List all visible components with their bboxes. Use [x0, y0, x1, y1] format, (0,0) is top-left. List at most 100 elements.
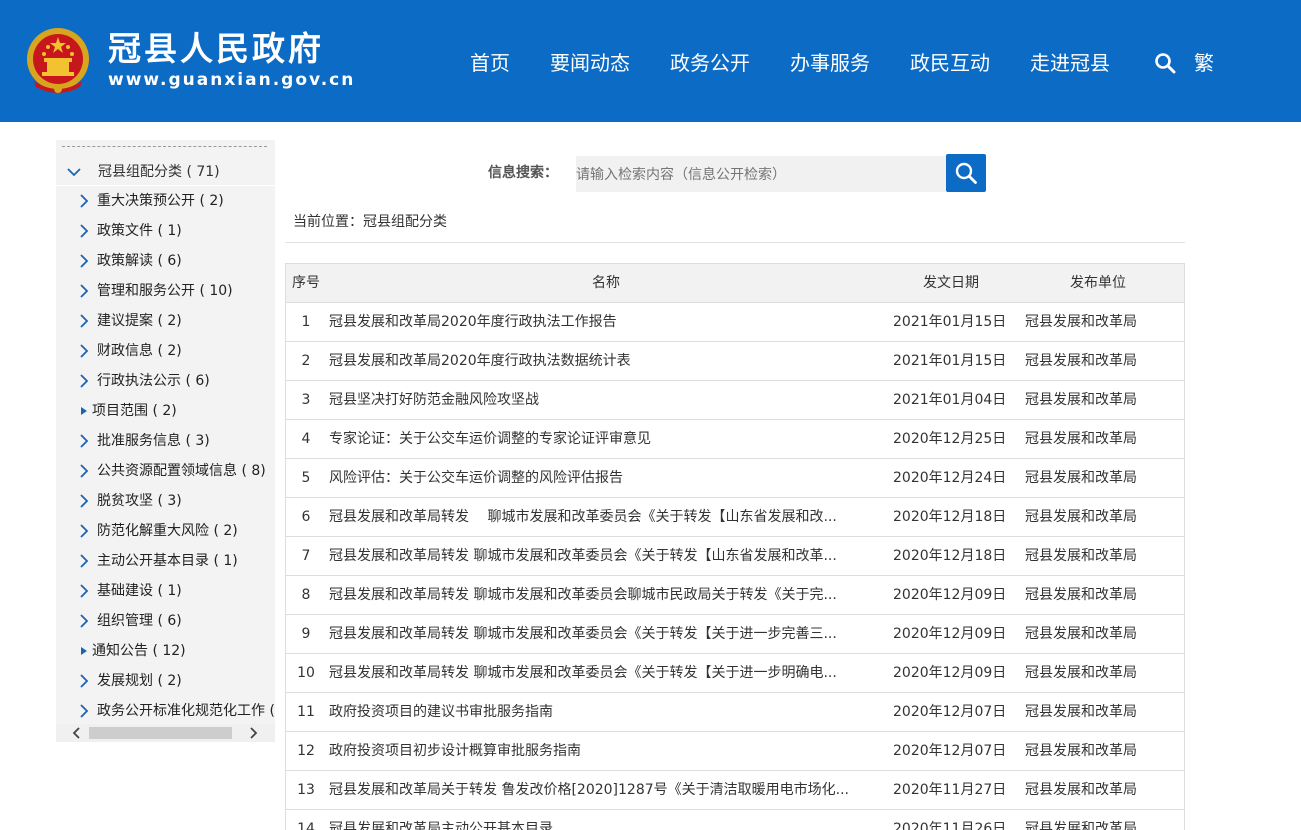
sidebar-item[interactable]: 公共资源配置领域信息 ( 8) — [56, 456, 275, 486]
table-row[interactable]: 7 冠县发展和改革局转发 聊城市发展和改革委员会《关于转发【山东省发展和改革...… — [286, 537, 1184, 576]
nav-item-about[interactable]: 走进冠县 — [1030, 48, 1110, 78]
sidebar-item-label: 公共资源配置领域信息 ( 8) — [97, 463, 266, 479]
chevron-right-icon — [80, 344, 89, 358]
table-row[interactable]: 14 冠县发展和改革局主动公开基本目录 2020年11月26日 冠县发展和改革局 — [286, 810, 1184, 830]
row-index: 5 — [301, 470, 311, 486]
row-index: 11 — [297, 704, 315, 720]
sidebar-item[interactable]: 基础建设 ( 1) — [56, 576, 275, 606]
sidebar-item-label: 管理和服务公开 ( 10) — [97, 283, 233, 299]
nav-item-home[interactable]: 首页 — [470, 48, 510, 78]
row-title-link[interactable]: 冠县发展和改革局转发 聊城市发展和改革委员会《关于转发【关于进一步明确电... — [329, 654, 879, 692]
sidebar-item[interactable]: 批准服务信息 ( 3) — [56, 426, 275, 456]
chevron-right-icon — [80, 704, 89, 718]
sidebar-item[interactable]: 管理和服务公开 ( 10) — [56, 276, 275, 306]
row-title-link[interactable]: 冠县发展和改革局转发 聊城市发展和改革委员会聊城市民政局关于转发《关于完... — [329, 576, 879, 614]
table-row[interactable]: 8 冠县发展和改革局转发 聊城市发展和改革委员会聊城市民政局关于转发《关于完...… — [286, 576, 1184, 615]
row-index: 12 — [297, 743, 315, 759]
row-title-link[interactable]: 政府投资项目初步设计概算审批服务指南 — [329, 732, 879, 770]
row-publisher: 冠县发展和改革局 — [1025, 353, 1137, 369]
sidebar-horizontal-scrollbar[interactable] — [56, 724, 275, 742]
row-title-link[interactable]: 冠县发展和改革局2020年度行政执法数据统计表 — [329, 342, 879, 380]
chevron-right-icon — [80, 614, 89, 628]
sidebar-item-label: 重大决策预公开 ( 2) — [97, 193, 224, 209]
national-emblem-icon[interactable] — [24, 25, 92, 97]
table-row[interactable]: 2 冠县发展和改革局2020年度行政执法数据统计表 2021年01月15日 冠县发展和… — [286, 342, 1184, 381]
header-publisher: 发布单位 — [1070, 275, 1126, 291]
sidebar-item-label: 基础建设 ( 1) — [97, 583, 182, 599]
table-row[interactable]: 1 冠县发展和改革局2020年度行政执法工作报告 2021年01月15日 冠县发展和改… — [286, 303, 1184, 342]
sidebar-item-label: 通知公告 ( 12) — [92, 643, 186, 659]
row-publisher: 冠县发展和改革局 — [1025, 704, 1137, 720]
sidebar-item[interactable]: 通知公告 ( 12) — [56, 636, 275, 666]
row-title-link[interactable]: 风险评估：关于公交车运价调整的风险评估报告 — [329, 459, 879, 497]
table-row[interactable]: 12 政府投资项目初步设计概算审批服务指南 2020年12月07日 冠县发展和改革局 — [286, 732, 1184, 771]
sidebar-item-label: 财政信息 ( 2) — [97, 343, 182, 359]
chevron-right-icon — [80, 524, 89, 538]
table-row[interactable]: 11 政府投资项目的建议书审批服务指南 2020年12月07日 冠县发展和改革局 — [286, 693, 1184, 732]
sidebar-root-item[interactable]: 冠县组配分类 ( 71) — [56, 158, 275, 186]
nav-item-gov-affairs[interactable]: 政务公开 — [670, 48, 750, 78]
row-index: 1 — [301, 314, 311, 330]
table-row[interactable]: 9 冠县发展和改革局转发 聊城市发展和改革委员会《关于转发【关于进一步完善三...… — [286, 615, 1184, 654]
row-date: 2021年01月04日 — [893, 392, 1007, 408]
traditional-chinese-toggle[interactable]: 繁 — [1194, 48, 1214, 78]
row-title-link[interactable]: 专家论证：关于公交车运价调整的专家论证评审意见 — [329, 420, 879, 458]
table-row[interactable]: 13 冠县发展和改革局关于转发 鲁发改价格[2020]1287号《关于清洁取暖用电… — [286, 771, 1184, 810]
sidebar-item[interactable]: 行政执法公示 ( 6) — [56, 366, 275, 396]
chevron-down-icon — [67, 168, 81, 177]
row-publisher: 冠县发展和改革局 — [1025, 782, 1137, 798]
sidebar-item[interactable]: 项目范围 ( 2) — [56, 396, 275, 426]
scroll-left-icon[interactable] — [70, 726, 84, 740]
row-index: 13 — [297, 782, 315, 798]
sidebar-item[interactable]: 政务公开标准化规范化工作 ( 4) — [56, 696, 275, 726]
row-title-link[interactable]: 冠县发展和改革局2020年度行政执法工作报告 — [329, 303, 879, 341]
chevron-right-icon — [80, 584, 89, 598]
sidebar-item-label: 行政执法公示 ( 6) — [97, 373, 210, 389]
row-title-link[interactable]: 政府投资项目的建议书审批服务指南 — [329, 693, 879, 731]
row-publisher: 冠县发展和改革局 — [1025, 743, 1137, 759]
sidebar-item-label: 政策文件 ( 1) — [97, 223, 182, 239]
nav-item-services[interactable]: 办事服务 — [790, 48, 870, 78]
sidebar-item[interactable]: 政策解读 ( 6) — [56, 246, 275, 276]
sidebar-item[interactable]: 防范化解重大风险 ( 2) — [56, 516, 275, 546]
sidebar-item[interactable]: 财政信息 ( 2) — [56, 336, 275, 366]
row-title-link[interactable]: 冠县发展和改革局转发 聊城市发展和改革委员会《关于转发【山东省发展和改... — [329, 498, 879, 536]
row-publisher: 冠县发展和改革局 — [1025, 392, 1137, 408]
row-date: 2020年11月27日 — [893, 782, 1007, 798]
sidebar-item[interactable]: 重大决策预公开 ( 2) — [56, 186, 275, 216]
nav-item-interaction[interactable]: 政民互动 — [910, 48, 990, 78]
table-row[interactable]: 5 风险评估：关于公交车运价调整的风险评估报告 2020年12月24日 冠县发展和改革… — [286, 459, 1184, 498]
document-table: 序号 名称 发文日期 发布单位 1 冠县发展和改革局2020年度行政执法工作报告 2… — [285, 263, 1185, 830]
scroll-right-icon[interactable] — [246, 726, 260, 740]
sidebar-root-label: 冠县组配分类 ( 71) — [98, 164, 220, 180]
row-title-link[interactable]: 冠县发展和改革局关于转发 鲁发改价格[2020]1287号《关于清洁取暖用电市场… — [329, 771, 879, 809]
chevron-right-icon — [80, 464, 89, 478]
row-title-link[interactable]: 冠县发展和改革局转发 聊城市发展和改革委员会《关于转发【关于进一步完善三... — [329, 615, 879, 653]
breadcrumb: 当前位置：冠县组配分类 — [293, 214, 447, 230]
row-title-link[interactable]: 冠县发展和改革局主动公开基本目录 — [329, 810, 879, 830]
chevron-right-icon — [80, 224, 89, 238]
sidebar-item[interactable]: 政策文件 ( 1) — [56, 216, 275, 246]
search-input[interactable] — [576, 156, 946, 192]
triangle-right-icon — [81, 407, 87, 415]
sidebar-item[interactable]: 发展规划 ( 2) — [56, 666, 275, 696]
site-header: 冠县人民政府 www.guanxian.gov.cn 首页 要闻动态 政务公开 … — [0, 0, 1301, 122]
table-row[interactable]: 6 冠县发展和改革局转发 聊城市发展和改革委员会《关于转发【山东省发展和改... 2… — [286, 498, 1184, 537]
row-title-link[interactable]: 冠县坚决打好防范金融风险攻坚战 — [329, 381, 879, 419]
nav-item-news[interactable]: 要闻动态 — [550, 48, 630, 78]
row-index: 3 — [301, 392, 311, 408]
site-title[interactable]: 冠县人民政府 — [108, 30, 324, 68]
table-row[interactable]: 10 冠县发展和改革局转发 聊城市发展和改革委员会《关于转发【关于进一步明确电..… — [286, 654, 1184, 693]
table-row[interactable]: 3 冠县坚决打好防范金融风险攻坚战 2021年01月04日 冠县发展和改革局 — [286, 381, 1184, 420]
row-title-link[interactable]: 冠县发展和改革局转发 聊城市发展和改革委员会《关于转发【山东省发展和改革... — [329, 537, 879, 575]
sidebar-item[interactable]: 主动公开基本目录 ( 1) — [56, 546, 275, 576]
sidebar-item[interactable]: 组织管理 ( 6) — [56, 606, 275, 636]
sidebar-item[interactable]: 建议提案 ( 2) — [56, 306, 275, 336]
search-button[interactable] — [946, 154, 986, 192]
search-icon[interactable] — [1154, 52, 1176, 74]
scrollbar-thumb[interactable] — [89, 727, 232, 739]
sidebar-item[interactable]: 脱贫攻坚 ( 3) — [56, 486, 275, 516]
sidebar-item-label: 项目范围 ( 2) — [92, 403, 177, 419]
row-date: 2020年12月18日 — [893, 509, 1007, 525]
table-row[interactable]: 4 专家论证：关于公交车运价调整的专家论证评审意见 2020年12月25日 冠县发展和… — [286, 420, 1184, 459]
